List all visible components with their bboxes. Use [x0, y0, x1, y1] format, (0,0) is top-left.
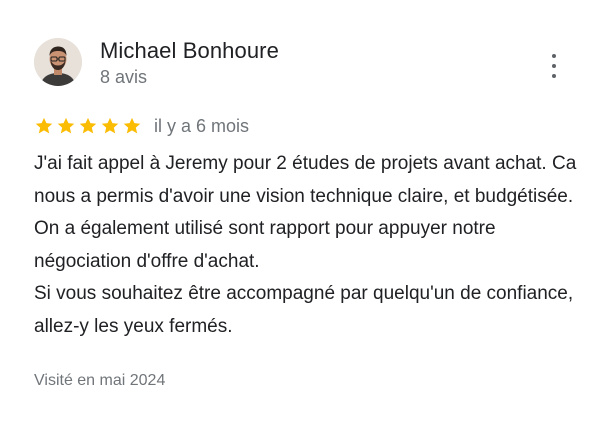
review-header: Michael Bonhoure 8 avis: [34, 38, 279, 88]
star-rating: [34, 116, 144, 136]
reviewer-identity: Michael Bonhoure 8 avis: [100, 38, 279, 88]
visit-date: Visité en mai 2024: [34, 372, 166, 389]
star-icon: [34, 116, 54, 136]
star-icon: [122, 116, 142, 136]
review-text: J'ai fait appel à Jeremy pour 2 études d…: [34, 148, 579, 343]
more-vertical-icon: [552, 54, 556, 58]
review-paragraph: Si vous souhaitez être accompagné par qu…: [34, 283, 574, 337]
review-date: il y a 6 mois: [154, 116, 250, 136]
star-icon: [56, 116, 76, 136]
more-vertical-icon: [552, 74, 556, 78]
review-count[interactable]: 8 avis: [100, 66, 279, 88]
user-photo-icon: [34, 38, 82, 86]
reviewer-name[interactable]: Michael Bonhoure: [100, 38, 279, 64]
star-icon: [78, 116, 98, 136]
review-paragraph: J'ai fait appel à Jeremy pour 2 études d…: [34, 153, 577, 272]
more-vertical-icon: [552, 64, 556, 68]
review-card: Michael Bonhoure 8 avis il y a 6 mois J'…: [0, 0, 600, 426]
avatar[interactable]: [34, 38, 82, 86]
rating-row: il y a 6 mois: [34, 115, 249, 137]
more-options-button[interactable]: [544, 52, 564, 80]
star-icon: [100, 116, 120, 136]
